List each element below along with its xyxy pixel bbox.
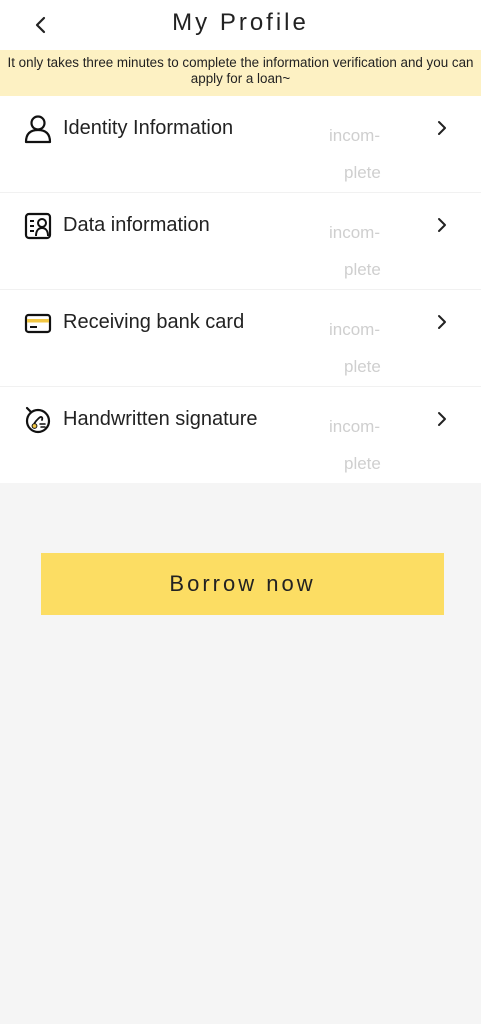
signature-icon — [25, 406, 51, 434]
list-item-signature[interactable]: Handwritten signature incom- plete — [0, 387, 481, 483]
status-line-1: incom- — [329, 417, 381, 436]
profile-list: Identity Information incom- plete Data i… — [0, 96, 481, 483]
chevron-right-icon — [438, 121, 446, 135]
back-button[interactable] — [28, 10, 54, 40]
status-line-1: incom- — [329, 126, 381, 145]
bank-card-icon — [24, 313, 52, 334]
list-item-identity[interactable]: Identity Information incom- plete — [0, 96, 481, 193]
status-text: incom- plete — [329, 408, 389, 482]
header-bar: My Profile — [0, 0, 481, 50]
status-text: incom- plete — [329, 117, 389, 191]
status-text: incom- plete — [329, 311, 389, 385]
list-item-label: Handwritten signature — [63, 408, 258, 430]
list-item-data[interactable]: Data information incom- plete — [0, 193, 481, 290]
borrow-now-button[interactable]: Borrow now — [41, 553, 444, 615]
chevron-left-icon — [35, 16, 46, 34]
status-line-2: plete — [344, 163, 381, 182]
status-line-1: incom- — [329, 320, 381, 339]
person-icon — [24, 115, 52, 144]
list-item-label: Identity Information — [63, 117, 234, 139]
list-item-label: Receiving bank card — [63, 311, 245, 333]
page-title: My Profile — [172, 9, 309, 36]
status-line-2: plete — [344, 357, 381, 376]
chevron-right-icon — [438, 412, 446, 426]
info-banner: It only takes three minutes to complete … — [0, 50, 481, 96]
chevron-right-icon — [438, 315, 446, 329]
status-line-2: plete — [344, 454, 381, 473]
chevron-right-icon — [438, 218, 446, 232]
id-card-icon — [24, 212, 52, 240]
list-item-bank-card[interactable]: Receiving bank card incom- plete — [0, 290, 481, 387]
info-banner-text: It only takes three minutes to complete … — [7, 55, 474, 86]
list-item-label: Data information — [63, 214, 210, 236]
status-line-2: plete — [344, 260, 381, 279]
status-text: incom- plete — [329, 214, 389, 288]
status-line-1: incom- — [329, 223, 381, 242]
